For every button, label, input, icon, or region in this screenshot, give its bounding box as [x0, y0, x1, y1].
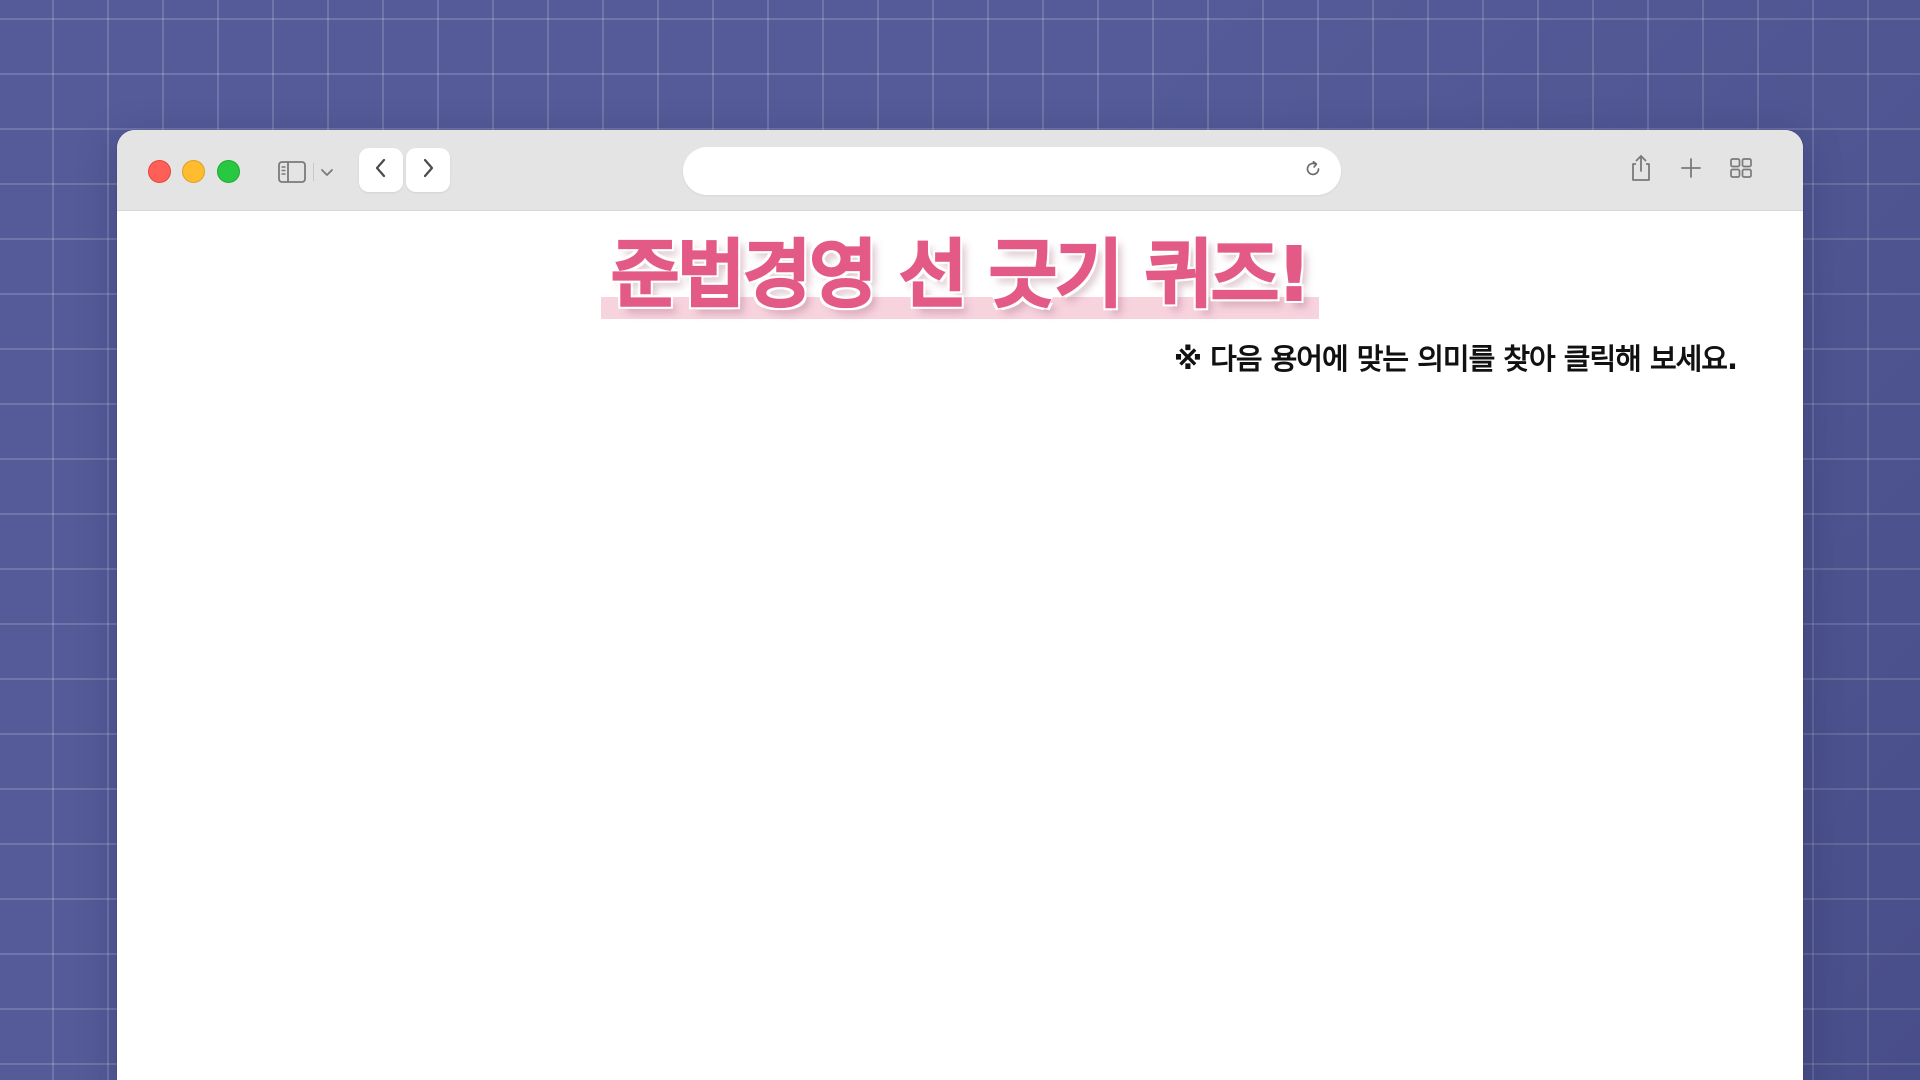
page-content: 준법경영 선 긋기 퀴즈! ※ 다음 용어에 맞는 의미를 찾아 클릭해 보세요… — [117, 211, 1803, 1080]
plus-icon — [1679, 156, 1703, 184]
title-box: 준법경영 선 긋기 퀴즈! — [601, 229, 1319, 321]
forward-button[interactable] — [406, 148, 450, 192]
browser-window: 준법경영 선 긋기 퀴즈! ※ 다음 용어에 맞는 의미를 찾아 클릭해 보세요… — [117, 130, 1803, 1080]
chevron-left-icon — [373, 157, 389, 183]
address-input[interactable] — [707, 147, 1271, 197]
tab-overview-button[interactable] — [1725, 154, 1757, 186]
share-button[interactable] — [1625, 154, 1657, 186]
sidebar-toggle-button[interactable] — [277, 158, 337, 186]
new-tab-button[interactable] — [1675, 154, 1707, 186]
reload-button[interactable] — [1301, 159, 1325, 183]
maximize-window-button[interactable] — [217, 160, 240, 183]
address-bar[interactable] — [683, 147, 1341, 197]
chevron-down-icon — [320, 167, 334, 177]
reload-icon — [1303, 159, 1323, 183]
chevron-right-icon — [420, 157, 436, 183]
sidebar-toggle-icon — [277, 160, 307, 184]
share-icon — [1628, 153, 1654, 187]
tab-grid-icon — [1728, 155, 1754, 185]
close-window-button[interactable] — [148, 160, 171, 183]
minimize-window-button[interactable] — [182, 160, 205, 183]
title-area: 준법경영 선 긋기 퀴즈! — [117, 229, 1803, 321]
instruction-text: ※ 다음 용어에 맞는 의미를 찾아 클릭해 보세요. — [1173, 342, 1738, 376]
page-title: 준법경영 선 긋기 퀴즈! — [610, 231, 1312, 319]
back-button[interactable] — [359, 148, 403, 192]
browser-toolbar — [117, 130, 1803, 211]
divider — [313, 163, 314, 181]
